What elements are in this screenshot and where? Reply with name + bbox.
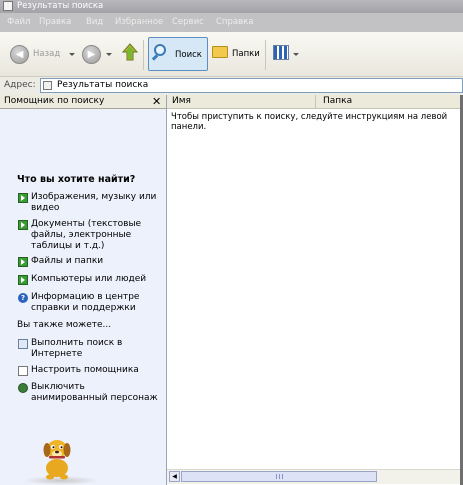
toolbar: ◀ Назад ▶ Поиск Папки (0, 32, 463, 77)
magnifier-handle (151, 54, 159, 61)
green-arrow-icon (18, 220, 28, 230)
search-dog-character-icon[interactable] (36, 435, 78, 480)
pane-header: Помощник по поиску ✕ (0, 95, 166, 109)
back-arrow-icon[interactable]: ◀ (10, 45, 29, 64)
option-label[interactable]: Выполнить поиск в Интернете (31, 338, 161, 360)
window-icon (3, 1, 13, 11)
menu-edit[interactable]: Правка (39, 17, 71, 27)
search-label: Поиск (175, 50, 202, 60)
green-arrow-icon (18, 257, 28, 267)
address-value[interactable]: Результаты поиска (57, 80, 148, 90)
help-icon: ? (18, 293, 28, 303)
results-column-header: Имя Папка (167, 95, 463, 109)
folders-button[interactable]: Папки (232, 49, 260, 59)
option-label[interactable]: Файлы и папки (31, 256, 161, 267)
title-bar: Результаты поиска (0, 0, 463, 13)
option-label[interactable]: Документы (текстовые файлы, электронные … (31, 219, 161, 252)
grip-icon (276, 474, 284, 479)
option-label[interactable]: Настроить помощника (31, 365, 161, 376)
also-label: Вы также можете... (17, 320, 112, 330)
views-icon[interactable] (273, 45, 289, 60)
close-icon[interactable]: ✕ (152, 95, 161, 108)
column-name[interactable]: Имя (172, 96, 191, 106)
forward-dropdown-icon[interactable] (106, 53, 112, 56)
back-dropdown-icon[interactable] (69, 53, 75, 56)
folder-icon[interactable] (212, 46, 228, 58)
column-folder[interactable]: Папка (323, 96, 352, 106)
search-question-heading: Что вы хотите найти? (17, 174, 136, 185)
menu-bar: Файл Правка Вид Избранное Сервис Справка (0, 13, 463, 32)
results-instruction: Чтобы приступить к поиску, следуйте инст… (171, 112, 448, 132)
window-title: Результаты поиска (17, 1, 104, 11)
search-results-icon (43, 81, 52, 90)
character-icon (18, 383, 28, 393)
option-label[interactable]: Выключить анимированный персонаж (31, 382, 161, 404)
up-folder-icon[interactable] (121, 43, 139, 63)
settings-page-icon (18, 366, 28, 376)
address-bar: Адрес: Результаты поиска (0, 77, 463, 96)
green-arrow-icon (18, 193, 28, 203)
toolbar-separator (265, 40, 266, 70)
search-assistant-pane: Помощник по поиску ✕ Что вы хотите найти… (0, 95, 167, 485)
option-label[interactable]: Изображения, музыку или видео (31, 192, 161, 214)
menu-help[interactable]: Справка (216, 17, 253, 27)
search-button[interactable]: Поиск (148, 37, 208, 71)
globe-search-icon (18, 339, 28, 349)
back-label[interactable]: Назад (33, 49, 60, 59)
option-label[interactable]: Компьютеры или людей (31, 274, 161, 285)
horizontal-scrollbar[interactable]: ◀ (167, 469, 460, 484)
menu-view[interactable]: Вид (86, 17, 103, 27)
column-separator[interactable] (315, 95, 316, 108)
option-label[interactable]: Информацию в центре справки и поддержки (31, 292, 161, 314)
pane-title: Помощник по поиску (4, 96, 105, 106)
forward-arrow-icon[interactable]: ▶ (82, 45, 101, 64)
green-arrow-icon (18, 275, 28, 285)
menu-tools[interactable]: Сервис (172, 17, 204, 27)
menu-favorites[interactable]: Избранное (115, 17, 163, 27)
menu-file[interactable]: Файл (7, 17, 30, 27)
address-field[interactable]: Результаты поиска (40, 78, 463, 93)
address-label: Адрес: (4, 80, 36, 90)
scroll-left-icon[interactable]: ◀ (169, 471, 180, 482)
views-dropdown-icon[interactable] (293, 53, 299, 56)
scrollbar-thumb[interactable] (181, 471, 377, 482)
toolbar-separator (143, 40, 144, 70)
